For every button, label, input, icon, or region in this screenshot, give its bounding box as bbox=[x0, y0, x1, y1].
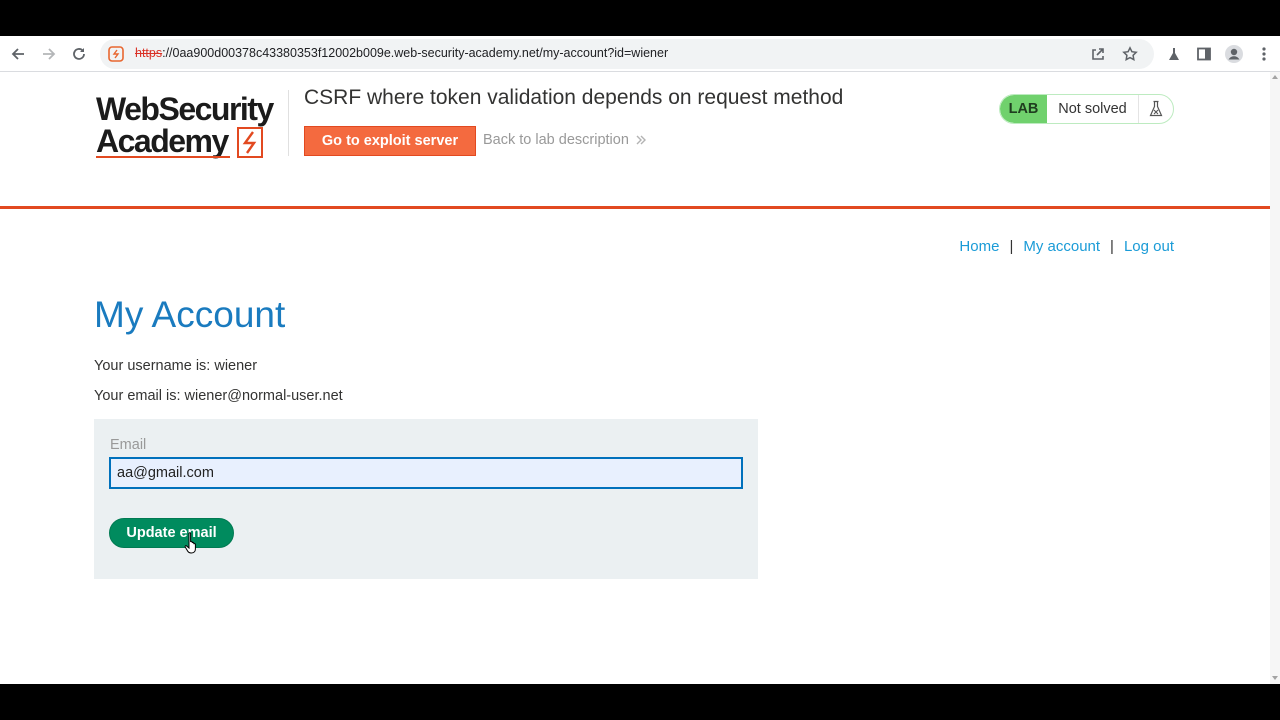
double-chevron-right-icon bbox=[636, 135, 646, 145]
url-text[interactable]: https://0aa900d00378c43380353f12002b009e… bbox=[135, 46, 668, 60]
url-scheme: https bbox=[135, 46, 163, 60]
lab-status-widget: LAB Not solved bbox=[999, 94, 1174, 124]
site-security-icon[interactable] bbox=[107, 45, 125, 63]
back-link-label: Back to lab description bbox=[483, 132, 629, 148]
lab-status: Not solved bbox=[1047, 95, 1139, 123]
reload-icon[interactable] bbox=[67, 42, 91, 66]
extension-flask-icon[interactable] bbox=[1162, 42, 1186, 66]
forward-icon[interactable] bbox=[37, 42, 61, 66]
side-panel-icon[interactable] bbox=[1192, 42, 1216, 66]
browser-toolbar: https://0aa900d00378c43380353f12002b009e… bbox=[0, 36, 1280, 72]
hand-cursor-icon bbox=[184, 532, 196, 554]
flask-icon bbox=[1139, 95, 1173, 123]
web-page: WebSecurity Academy CSRF where token val… bbox=[0, 72, 1270, 684]
go-to-exploit-server-button[interactable]: Go to exploit server bbox=[304, 126, 476, 156]
address-bar[interactable]: https://0aa900d00378c43380353f12002b009e… bbox=[100, 39, 1154, 69]
video-letterbox-bottom bbox=[0, 684, 1280, 720]
vertical-scrollbar[interactable] bbox=[1270, 72, 1280, 684]
header-divider-line bbox=[0, 206, 1270, 209]
email-field[interactable] bbox=[109, 457, 743, 489]
bookmark-star-icon[interactable] bbox=[1120, 44, 1140, 64]
email-label: Email bbox=[110, 437, 147, 453]
nav-separator: | bbox=[1009, 238, 1014, 255]
username-info: Your username is: wiener bbox=[94, 358, 258, 374]
page-title: My Account bbox=[94, 294, 286, 335]
nav-home-link[interactable]: Home bbox=[959, 238, 999, 255]
share-icon[interactable] bbox=[1088, 44, 1108, 64]
nav-separator: | bbox=[1110, 238, 1114, 255]
logo-line2: Academy bbox=[96, 123, 230, 159]
lab-title: CSRF where token validation depends on r… bbox=[304, 86, 844, 109]
scroll-down-arrow-icon[interactable] bbox=[1272, 676, 1278, 680]
scroll-up-arrow-icon[interactable] bbox=[1272, 75, 1278, 79]
url-path: ://0aa900d00378c43380353f12002b009e.web-… bbox=[162, 46, 669, 60]
account-nav: Home | My account | Log out bbox=[959, 238, 1174, 255]
header-divider bbox=[288, 90, 289, 156]
profile-avatar-icon[interactable] bbox=[1222, 42, 1246, 66]
back-to-lab-description-link[interactable]: Back to lab description bbox=[483, 132, 647, 148]
video-letterbox-top bbox=[0, 0, 1280, 36]
back-icon[interactable] bbox=[6, 42, 30, 66]
nav-log-out-link[interactable]: Log out bbox=[1124, 238, 1174, 255]
change-email-form: Email Update email bbox=[94, 419, 758, 579]
web-security-academy-logo[interactable]: WebSecurity Academy bbox=[96, 90, 286, 162]
more-menu-icon[interactable] bbox=[1252, 42, 1276, 66]
email-info: Your email is: wiener@normal-user.net bbox=[94, 388, 343, 404]
logo-line1: WebSecurity bbox=[96, 91, 274, 127]
update-email-button[interactable]: Update email bbox=[109, 518, 234, 548]
nav-my-account-link[interactable]: My account bbox=[1023, 238, 1100, 255]
lab-tag: LAB bbox=[1000, 95, 1047, 123]
